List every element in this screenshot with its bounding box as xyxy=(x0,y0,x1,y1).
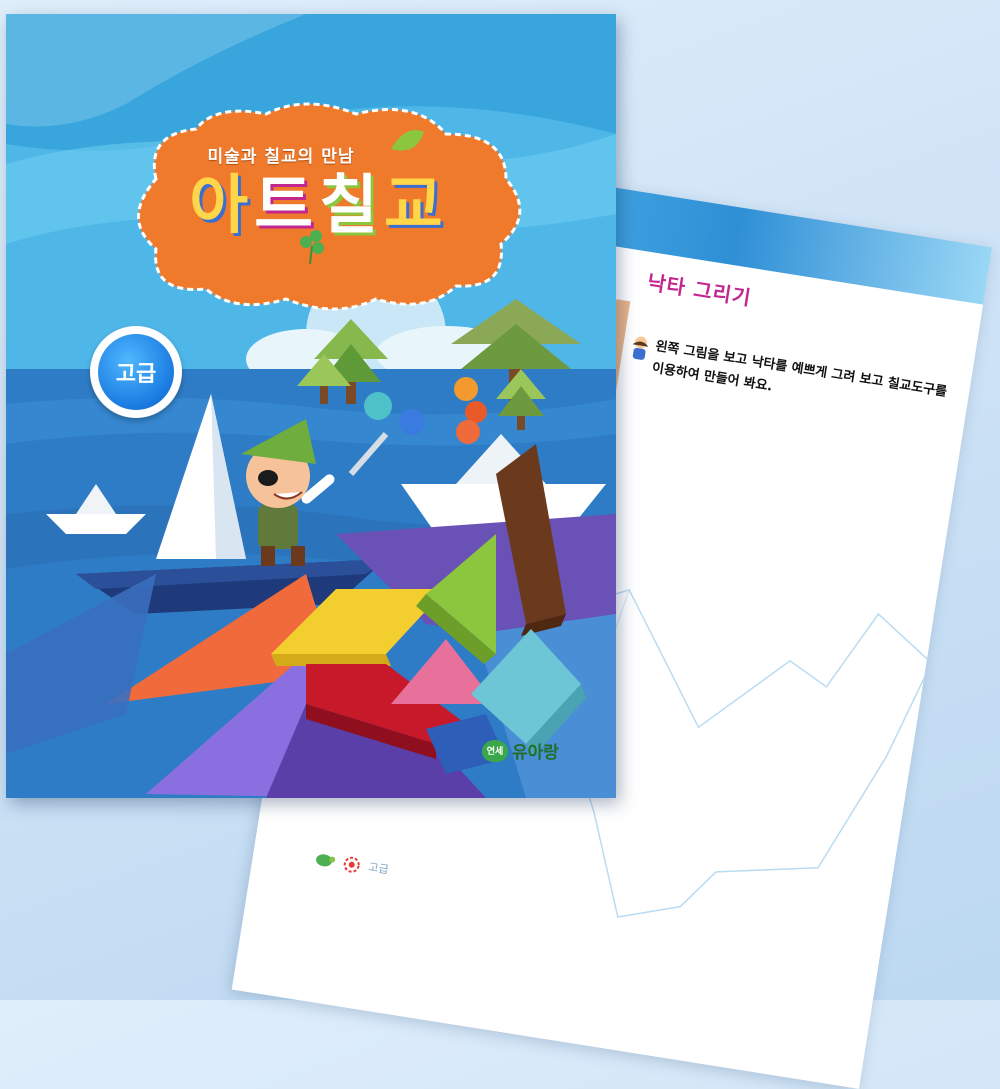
worksheet-footer-level: 고급 xyxy=(367,860,390,877)
crab-icon xyxy=(343,856,360,873)
cover-title-glyph: 아 xyxy=(189,169,255,243)
level-badge: 고급 xyxy=(90,326,182,418)
publisher-logo: 연세 유아랑 xyxy=(482,738,559,763)
cover-title-glyph: 트 xyxy=(254,169,319,243)
turtle-icon xyxy=(316,854,336,867)
pencil-kid-icon xyxy=(632,336,649,360)
level-badge-label: 고급 xyxy=(98,334,174,410)
cover-title-glyph: 교 xyxy=(383,169,449,243)
product-photo: 낙타 그리기 왼쪽 그림을 보고 낙타를 예쁘게 그려 보고 칠교도구를 이용하… xyxy=(0,0,1000,1089)
cover-title-glyph: 칠 xyxy=(319,169,384,243)
cover-illustration xyxy=(6,14,616,798)
cover-title: 아트칠교 xyxy=(174,164,464,248)
book-cover: 미술과 칠교의 만남 아트칠교 고급 연세 유아랑 xyxy=(6,14,616,798)
publisher-name: 유아랑 xyxy=(512,743,559,763)
publisher-mark: 연세 xyxy=(482,739,508,762)
